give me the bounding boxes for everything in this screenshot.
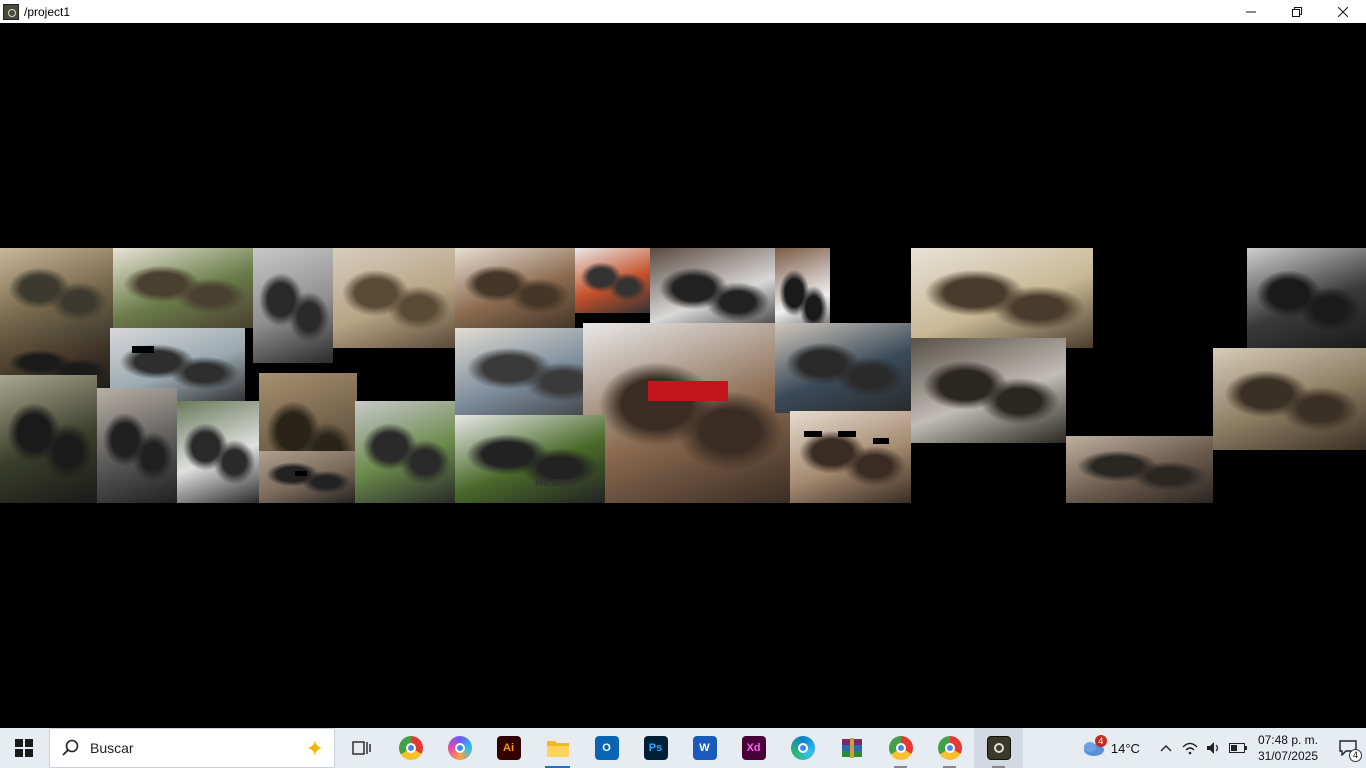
photo-helmet-selfie	[0, 375, 97, 503]
chevron-up-icon	[1160, 745, 1172, 752]
illustrator-taskbar-button[interactable]: Ai	[484, 728, 533, 768]
notification-count: 4	[1349, 749, 1362, 762]
project1-window-icon[interactable]	[3, 3, 19, 20]
copilot-taskbar-button[interactable]	[435, 728, 484, 768]
edge-taskbar-button[interactable]	[778, 728, 827, 768]
photo-car-selfies	[259, 451, 355, 503]
minimize-button[interactable]	[1228, 0, 1274, 23]
file-explorer-taskbar-button[interactable]	[533, 728, 582, 768]
mexico-banner-text: MÉXICO	[535, 478, 578, 489]
outlook-icon: O	[594, 736, 619, 760]
task-view-icon	[351, 741, 371, 755]
minimize-icon	[1246, 11, 1256, 12]
restore-icon	[1292, 6, 1302, 17]
show-hidden-icons-button[interactable]	[1154, 728, 1178, 768]
weather-widget[interactable]: 4 14°C	[1081, 735, 1140, 757]
photo-boy-vehicle	[1066, 436, 1213, 503]
photo-truck-purple-mask	[355, 401, 455, 503]
clock[interactable]: 07:48 p. m. 31/07/2025	[1258, 732, 1318, 764]
chrome-profile2-taskbar-button[interactable]	[925, 728, 974, 768]
photo-youth-rifle-wall	[1247, 248, 1366, 350]
censor-bar	[295, 471, 307, 476]
photo-mexico-banner	[455, 415, 605, 503]
network-icon[interactable]	[1178, 728, 1202, 768]
volume-icon[interactable]	[1202, 728, 1226, 768]
chrome-profile-icon	[888, 736, 913, 760]
outlook-taskbar-button[interactable]: O	[582, 728, 631, 768]
photo-boys-pistol	[177, 401, 259, 503]
close-icon	[1338, 6, 1348, 17]
illustrator-icon: Ai	[496, 736, 521, 760]
word-icon: W	[692, 736, 717, 760]
collage-canvas: MÉXICO	[0, 23, 1366, 728]
photo-masked-figure	[253, 248, 333, 363]
photo-kids-rocks	[1213, 348, 1366, 450]
notifications-button[interactable]: 4	[1330, 728, 1366, 768]
photo-rifle-closeup	[333, 248, 455, 348]
photo-group-sitting	[455, 248, 575, 328]
censor-bar	[873, 438, 889, 444]
photoshop-icon: Ps	[643, 736, 668, 760]
winrar-icon	[841, 738, 862, 758]
photo-boy-door	[97, 388, 177, 503]
copilot-sparkle-icon: ✦	[305, 736, 324, 761]
file-explorer-icon	[546, 741, 569, 757]
censor-bar	[838, 431, 856, 437]
censor-bar	[804, 431, 822, 437]
photo-boy-red-bar	[583, 323, 793, 503]
battery-icon[interactable]	[1226, 728, 1250, 768]
close-button[interactable]	[1320, 0, 1366, 23]
search-icon	[62, 739, 79, 756]
photo-rpg-launcher	[575, 248, 650, 313]
red-censor-bar	[648, 381, 728, 401]
xd-icon: Xd	[741, 736, 766, 760]
photoshop-taskbar-button[interactable]: Ps	[631, 728, 680, 768]
chrome-icon	[398, 736, 423, 760]
system-tray: 4 14°C 07:48 p. m. 31/07/2025 4	[1081, 728, 1366, 768]
start-button[interactable]	[0, 728, 48, 768]
photo-men-with-rifles	[775, 323, 911, 413]
weather-badge: 4	[1094, 735, 1107, 747]
window-title: /project1	[24, 4, 71, 19]
clock-date: 31/07/2025	[1257, 749, 1318, 763]
project1-taskbar-button[interactable]	[974, 728, 1023, 768]
xd-taskbar-button[interactable]: Xd	[729, 728, 778, 768]
edge-icon	[790, 736, 815, 760]
temperature: 14°C	[1110, 740, 1140, 756]
project1-icon	[986, 736, 1011, 760]
chrome-taskbar-button[interactable]	[386, 728, 435, 768]
clock-time: 07:48 p. m.	[1257, 733, 1318, 747]
censor-bar	[132, 346, 154, 353]
search-box[interactable]: Buscar ✦	[49, 728, 335, 768]
photo-armed-group-field	[113, 248, 253, 328]
task-view-taskbar-button[interactable]	[337, 728, 386, 768]
photo-kids-seated	[911, 338, 1066, 443]
title-bar: /project1	[0, 0, 1366, 23]
taskbar: Buscar ✦ Ai O Ps W Xd 4 14°C 07:48 p. m. 31/…	[0, 728, 1366, 768]
photo-three-censored	[790, 411, 911, 503]
copilot-icon	[447, 736, 472, 760]
chrome-profile2-icon	[937, 736, 962, 760]
chrome-profile-taskbar-button[interactable]	[876, 728, 925, 768]
window-controls	[1228, 0, 1366, 23]
photo-soldier-and-youth	[0, 248, 113, 338]
word-taskbar-button[interactable]: W	[680, 728, 729, 768]
winrar-taskbar-button[interactable]	[827, 728, 876, 768]
windows-logo-icon	[15, 739, 33, 757]
search-label: Buscar	[90, 740, 134, 756]
restore-button[interactable]	[1274, 0, 1320, 23]
photo-line-of-kids	[911, 248, 1093, 348]
